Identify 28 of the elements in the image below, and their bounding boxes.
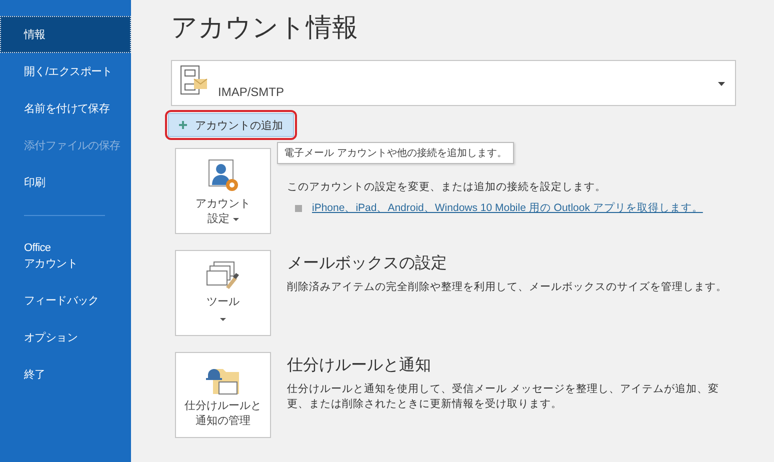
section-description: 仕分けルールと通知を使用して、受信メール メッセージを整理し、アイテムが追加、変更、または削除されたときに更新情報を受け取ります。	[287, 382, 720, 412]
section-description: 削除済みアイテムの完全削除や整理を利用して、メールボックスのサイズを管理します。	[287, 280, 727, 295]
sidebar-item[interactable]: 終了	[0, 356, 131, 393]
rules-button[interactable]: 仕分けルールと 通知の管理	[175, 352, 271, 438]
envelopes-brush-icon	[206, 261, 240, 291]
cabinet-envelope-icon	[180, 64, 208, 96]
person-gear-icon	[206, 159, 240, 193]
account-settings-button[interactable]: アカウント 設定	[175, 148, 271, 234]
sidebar-item[interactable]: 名前を付けて保存	[0, 90, 131, 127]
tooltip: 電子メール アカウントや他の接続を追加します。	[277, 142, 514, 164]
tools-button[interactable]: ツール	[175, 250, 271, 336]
plus-icon	[179, 121, 187, 129]
sidebar-item[interactable]: 情報	[0, 16, 131, 53]
bullet-icon	[295, 204, 302, 212]
sidebar-item[interactable]: オプション	[0, 319, 131, 356]
dropdown-caret-icon	[718, 82, 725, 86]
add-account-button[interactable]: アカウントの追加	[168, 113, 294, 137]
account-dropdown[interactable]: IMAP/SMTP	[171, 60, 736, 106]
sidebar-item[interactable]: 印刷	[0, 164, 131, 201]
sidebar-item[interactable]: 開く/エクスポート	[0, 53, 131, 90]
section-description: このアカウントの設定を変更、または追加の接続を設定します。	[287, 180, 607, 195]
outlook-apps-link[interactable]: iPhone、iPad、Android、Windows 10 Mobile 用の Outlook アプリを取得します。	[312, 201, 703, 215]
section-title: メールボックスの設定	[287, 254, 448, 274]
account-type: IMAP/SMTP	[218, 85, 284, 99]
page-title: アカウント情報	[171, 11, 359, 44]
section-title: 仕分けルールと通知	[287, 356, 432, 376]
sidebar-item[interactable]: Office アカウント	[0, 230, 131, 282]
sidebar-item[interactable]: フィードバック	[0, 282, 131, 319]
